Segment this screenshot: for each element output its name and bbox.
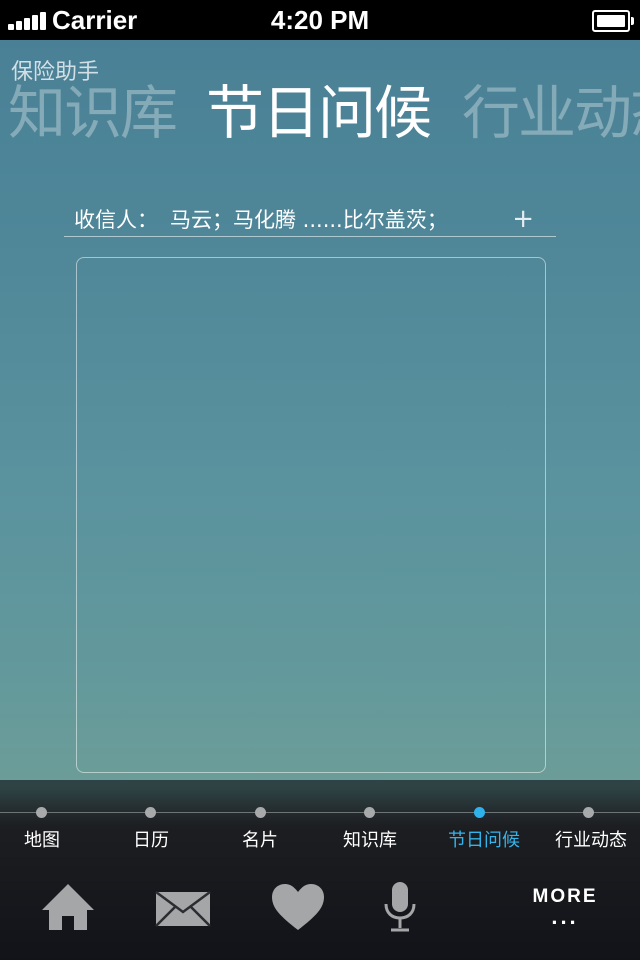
battery-icon	[592, 10, 634, 32]
home-icon[interactable]	[38, 880, 98, 934]
nav-item-map[interactable]: 地图	[24, 826, 60, 852]
timeline-dot-cards[interactable]	[255, 807, 266, 818]
recipient-list[interactable]: 马云；马化腾 ......比尔盖茨；	[170, 205, 448, 235]
timeline-dot-greetings[interactable]	[474, 807, 485, 818]
more-dots-icon: ...	[551, 904, 579, 929]
nav-item-business-cards[interactable]: 名片	[242, 826, 278, 852]
message-textarea[interactable]	[76, 257, 546, 773]
mail-icon[interactable]	[153, 880, 213, 934]
microphone-icon[interactable]	[370, 880, 430, 934]
status-time: 4:20 PM	[270, 5, 370, 35]
add-recipient-button[interactable]: +	[512, 205, 534, 233]
section-title-carousel[interactable]: 知识库 节日问候 行业动态	[0, 78, 640, 148]
timeline-dot-calendar[interactable]	[145, 807, 156, 818]
more-button[interactable]: MORE ...	[528, 886, 602, 930]
timeline-line	[0, 812, 640, 813]
nav-item-calendar[interactable]: 日历	[133, 826, 169, 852]
nav-item-knowledge-base[interactable]: 知识库	[343, 826, 397, 852]
timeline-dot-map[interactable]	[36, 807, 47, 818]
recipient-field[interactable]: 收信人： 马云；马化腾 ......比尔盖茨； +	[64, 205, 556, 237]
heart-icon[interactable]	[268, 880, 328, 934]
status-bar: Carrier 4:20 PM	[0, 0, 640, 40]
recipient-label: 收信人：	[74, 208, 158, 232]
timeline-dot-knowledge[interactable]	[364, 807, 375, 818]
nav-item-holiday-greetings[interactable]: 节日问候	[448, 826, 520, 852]
timeline-dot-industry[interactable]	[583, 807, 594, 818]
tab-industry-news[interactable]: 行业动态	[462, 78, 640, 148]
tab-knowledge-base[interactable]: 知识库	[8, 78, 178, 148]
nav-item-industry-news[interactable]: 行业动态	[555, 826, 627, 852]
page-title: 节日问候	[206, 79, 432, 147]
bottom-panel: 地图 日历 名片 知识库 节日问候 行业动态 MORE ...	[0, 780, 640, 960]
